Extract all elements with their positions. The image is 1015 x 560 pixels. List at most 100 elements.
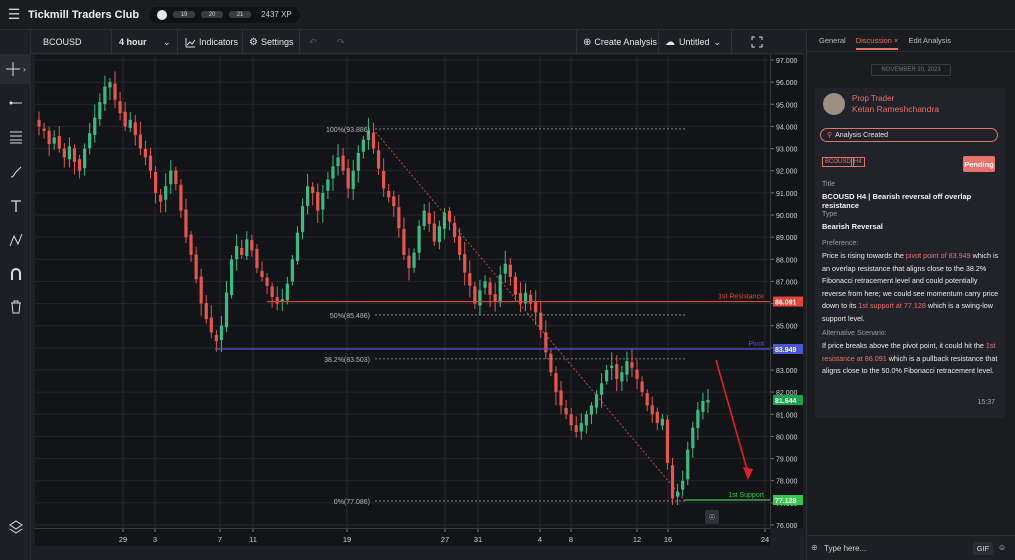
analysis-created-badge: ⚲ Analysis Created <box>820 128 998 142</box>
level-name-label: Pivot <box>748 341 764 348</box>
brush-icon[interactable] <box>0 157 31 187</box>
tab-general[interactable]: General <box>819 36 846 45</box>
analysis-title: BCOUSD H4 | Bearish reversal off overlap… <box>822 192 972 210</box>
candle-body <box>549 353 553 373</box>
indicators-icon <box>185 37 196 47</box>
time-tick-label: 16 <box>664 535 672 544</box>
chevron-down-icon[interactable]: ⌄ <box>163 30 171 54</box>
candle-body <box>240 247 244 255</box>
candle-body <box>665 419 670 463</box>
candle-body <box>701 401 705 413</box>
layers-icon[interactable] <box>0 512 31 542</box>
candle-body <box>169 170 173 185</box>
tab-edit-analysis[interactable]: Edit Analysis <box>908 36 951 45</box>
candle-body <box>696 409 700 428</box>
candle-body <box>691 427 695 449</box>
candle-body <box>229 259 234 296</box>
preference-text-part: Price is rising towards the <box>822 251 906 260</box>
create-analysis-button[interactable]: ⊕ Create Analysis <box>583 30 657 54</box>
undo-icon[interactable]: ↶ <box>309 30 317 54</box>
gif-button[interactable]: GIF <box>973 542 993 555</box>
chart-canvas[interactable]: 100%(93.886) 50%(85.486) 38.2%(83.503) 0%(7… <box>35 55 770 528</box>
candle-body <box>529 294 533 304</box>
candle-body <box>392 196 396 207</box>
candle-body <box>437 226 441 243</box>
fib-level-label: 0%(77.086) <box>334 499 370 506</box>
price-tick-label: 88.000 <box>776 257 798 264</box>
candle-body <box>77 159 82 171</box>
candle-body <box>235 246 239 260</box>
price-axis[interactable]: 97.000 96.000 95.000 94.000 93.000 92.000 91.0… <box>770 55 803 530</box>
candle-body <box>209 317 213 333</box>
price-tick-label: 76.000 <box>776 523 798 528</box>
emoji-icon[interactable]: ☺ <box>998 543 1006 552</box>
candle-body <box>483 281 487 288</box>
layout-save-button[interactable]: ☁ Untitled ⌄ <box>665 30 721 54</box>
preference-text: Price is rising towards the pivot point … <box>822 250 1000 325</box>
candle-body <box>478 290 482 306</box>
symbol-selector[interactable]: BCOUSD <box>43 30 82 54</box>
candle-body <box>559 390 563 406</box>
price-tick-label: 80.000 <box>776 434 798 441</box>
indicators-button[interactable]: Indicators <box>185 30 238 54</box>
candle-body <box>295 232 300 262</box>
layout-name: Untitled <box>679 37 710 47</box>
pattern-icon[interactable] <box>0 225 31 255</box>
timeframe-tag: H4 <box>851 157 865 167</box>
candle-body <box>108 82 112 88</box>
app-title: Tickmill Traders Club <box>28 8 140 21</box>
candle-body <box>681 480 685 490</box>
candle-body <box>447 210 452 222</box>
candle-body <box>164 186 168 200</box>
close-icon[interactable]: × <box>894 36 898 45</box>
candle-body <box>458 235 462 255</box>
message-input[interactable]: Type here... <box>824 544 866 553</box>
candle-body <box>468 273 472 286</box>
xp-progress[interactable]: 19 20 21 2437 XP <box>149 6 300 23</box>
time-tick-label: 29 <box>119 535 127 544</box>
candle-body <box>351 170 355 190</box>
candle-body <box>204 303 208 320</box>
panel-tabs: General Discussion × Edit Analysis <box>807 30 1015 52</box>
trend-line-icon[interactable] <box>0 88 31 118</box>
redo-icon[interactable]: ↷ <box>337 30 345 54</box>
candle-body <box>138 134 142 149</box>
trash-icon[interactable] <box>0 292 31 322</box>
candle-body <box>88 133 92 149</box>
candle-body <box>605 370 609 382</box>
text-icon[interactable] <box>0 191 31 221</box>
candle-body <box>361 139 365 152</box>
menu-icon[interactable]: ☰ <box>0 0 28 30</box>
magnet-icon[interactable] <box>0 259 31 289</box>
candle-body <box>574 425 578 432</box>
candle-body <box>371 132 376 149</box>
time-axis[interactable]: 29 3 7 11 19 27 31 4 8 12 16 24 <box>35 528 770 546</box>
candle-body <box>285 283 289 301</box>
add-icon[interactable]: ⊕ <box>811 543 818 552</box>
candle-body <box>336 157 340 167</box>
candle-body <box>245 239 249 257</box>
candle-body <box>311 186 315 193</box>
level-price-badge: 77.128 <box>775 498 797 505</box>
candle-body <box>397 207 401 229</box>
candle-body <box>331 166 335 179</box>
tab-discussion[interactable]: Discussion × <box>855 31 899 50</box>
interval-selector[interactable]: 4 hour <box>119 30 147 54</box>
fib-retracement-icon[interactable] <box>0 122 31 152</box>
crosshair-icon[interactable]: › <box>0 54 31 84</box>
candle-body <box>341 155 345 171</box>
candle-body <box>645 393 649 406</box>
time-tick-label: 4 <box>538 535 542 544</box>
analysis-panel: General Discussion × Edit Analysis NOVEM… <box>806 30 1015 560</box>
chart-toolbar: BCOUSD 4 hour ⌄ Indicators ⚙ Settings ↶ … <box>31 30 804 54</box>
candle-body <box>37 119 41 127</box>
candle-body <box>250 240 254 251</box>
settings-button[interactable]: ⚙ Settings <box>249 30 294 54</box>
candle-body <box>650 405 654 415</box>
fullscreen-icon[interactable] <box>751 30 763 54</box>
time-tick-label: 19 <box>343 535 351 544</box>
price-chart[interactable]: 100%(93.886) 50%(85.486) 38.2%(83.503) 0%(7… <box>35 55 770 528</box>
create-analysis-label: Create Analysis <box>594 37 657 47</box>
candle-body <box>153 172 158 193</box>
candle-body <box>189 234 193 255</box>
